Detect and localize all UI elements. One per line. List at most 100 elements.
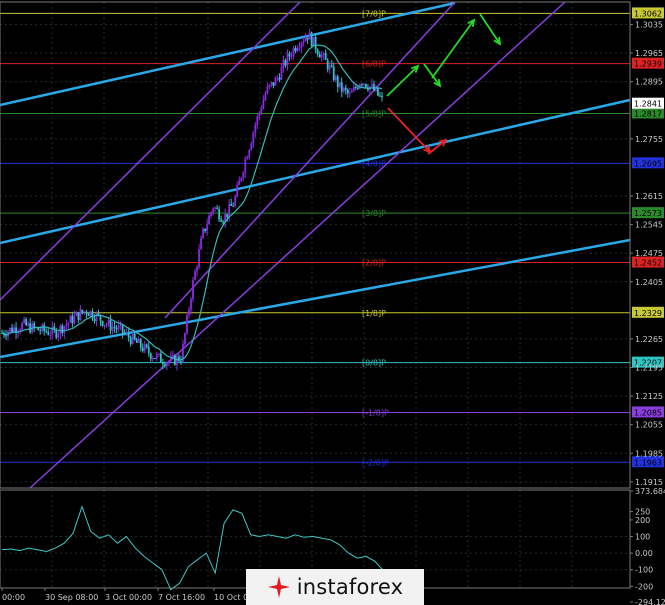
candle-body (334, 76, 337, 81)
candle-body (308, 32, 311, 40)
candle-body (346, 89, 349, 94)
murrey-price-label: 1.2085 (634, 408, 662, 417)
candle-body (284, 60, 287, 66)
candle-body (202, 228, 204, 238)
candle-body (107, 320, 110, 325)
price-tick-label: 1.2405 (635, 278, 663, 287)
candle-body (85, 311, 88, 314)
price-tick-label: 1.2895 (635, 78, 663, 87)
candle-body (254, 125, 257, 133)
candle-body (51, 326, 54, 335)
candle-body (222, 221, 225, 223)
candle-body (83, 311, 86, 313)
x-tick-label: 30 Sep 08:00 (45, 593, 98, 602)
candle-body (276, 77, 279, 79)
candle-body (198, 249, 200, 267)
price-tick-label: 1.2475 (635, 249, 663, 258)
candle-body (9, 327, 11, 332)
cci-tick-label: 200 (635, 516, 650, 525)
candle-body (95, 313, 98, 322)
blue-channel-bottom (0, 238, 631, 359)
candle-body (143, 344, 146, 352)
candle-body (25, 319, 28, 326)
candle-body (238, 180, 241, 185)
candle-body (306, 37, 309, 40)
candle-body (79, 309, 82, 321)
candle-body (330, 65, 333, 67)
murrey-label: [5/8]P (362, 109, 386, 118)
candle-body (294, 47, 297, 51)
candle-body (123, 332, 126, 334)
candle-body (256, 116, 259, 126)
candle-body (23, 319, 26, 323)
candle-body (332, 66, 335, 81)
candle-body (322, 53, 325, 55)
candle-body (362, 83, 365, 85)
blue-channel-mid (0, 98, 631, 245)
price-tick-label: 1.2195 (635, 364, 663, 373)
murrey-price-label: 1.2573 (634, 209, 662, 218)
main-frame (0, 1, 631, 489)
murrey-price-label: 1.2817 (634, 109, 662, 118)
candle-body (176, 356, 178, 365)
candle-body (109, 320, 112, 331)
arrow-up-2 (431, 19, 475, 79)
candle-body (137, 339, 140, 343)
candle-body (210, 212, 212, 216)
candle-body (180, 361, 182, 363)
candle-body (360, 84, 363, 86)
candle-body (365, 83, 367, 88)
x-tick-label: 3 Oct 00:00 (105, 593, 152, 602)
candle-body (246, 157, 249, 160)
price-tick-label: 1.1915 (635, 478, 663, 487)
candle-body (226, 214, 229, 218)
candle-body (21, 322, 24, 330)
candle-body (230, 203, 233, 206)
candle-body (320, 54, 323, 58)
candle-body (153, 358, 156, 360)
candle-body (125, 332, 128, 334)
candle-body (354, 86, 357, 88)
candle-body (113, 326, 116, 328)
candle-body (59, 325, 62, 334)
candle-body (286, 53, 289, 66)
price-tick-label: 1.2965 (635, 49, 663, 58)
cci-tick-label: -100 (635, 566, 653, 575)
candle-body (190, 299, 192, 310)
cci-tick-label: -200 (635, 582, 653, 591)
candle-body (119, 324, 122, 326)
candle-body (61, 325, 64, 334)
x-tick-label: 7 Oct 16:00 (158, 593, 205, 602)
murrey-price-label: 1.2695 (634, 159, 662, 168)
candle-body (81, 309, 84, 313)
price-tick-label: 1.2055 (635, 421, 663, 430)
candle-body (344, 87, 347, 90)
candle-body (302, 41, 305, 43)
candle-body (41, 324, 44, 332)
candle-body (371, 84, 373, 87)
murrey-label: [-1/8]P (362, 408, 389, 417)
candle-body (268, 84, 271, 87)
instaforex-logo: instaforex (246, 569, 424, 605)
candle-body (147, 346, 150, 354)
candle-body (141, 347, 144, 352)
price-tick-label: 1.2265 (635, 335, 663, 344)
candle-body (296, 47, 299, 51)
candle-body (242, 172, 245, 179)
candle-body (188, 309, 190, 316)
candle-body (274, 78, 277, 86)
candle-body (314, 37, 317, 50)
candle-body (174, 355, 176, 365)
price-tick-label: 1.2615 (635, 192, 663, 201)
candle-body (342, 87, 345, 92)
candle-body (131, 333, 134, 344)
candle-body (49, 334, 52, 336)
candle-body (151, 358, 154, 360)
price-chart: [7/8]P 1.3062[6/8]P 1.2939[5/8]P 1.2817[4/8… (0, 1, 665, 605)
candle-body (163, 364, 166, 366)
candle-body (93, 318, 96, 322)
candle-body (252, 132, 255, 144)
candle-body (350, 91, 353, 93)
murrey-price-label: 1.2939 (634, 60, 662, 69)
candle-body (186, 315, 188, 334)
